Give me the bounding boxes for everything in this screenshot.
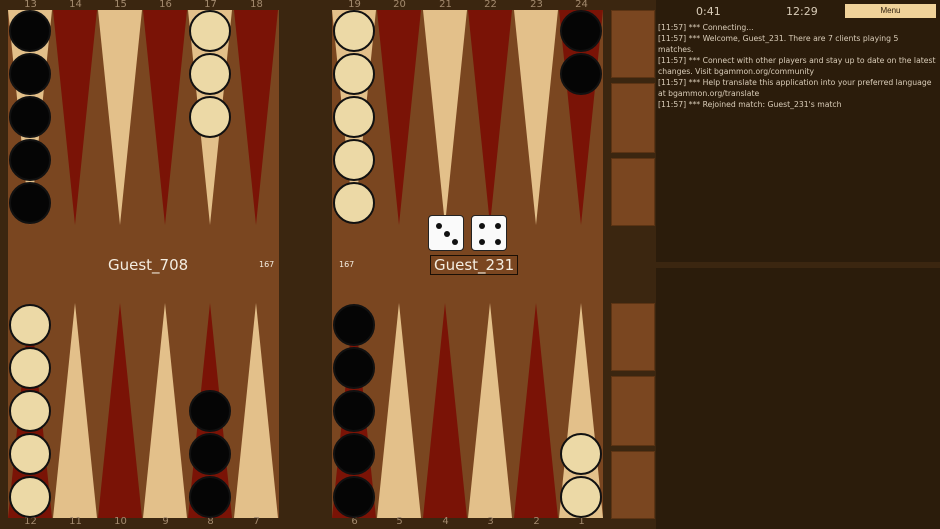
point-number-label: 11 bbox=[69, 516, 82, 527]
black-checker[interactable] bbox=[9, 53, 51, 95]
chat-line: [11:57] *** Connecting... bbox=[658, 23, 754, 32]
chat-input[interactable] bbox=[657, 513, 939, 527]
white-checker[interactable] bbox=[9, 347, 51, 389]
menu-button[interactable]: Menu bbox=[845, 4, 936, 18]
chat-line: [11:57] *** Help translate this applicat… bbox=[658, 78, 932, 98]
point-3[interactable] bbox=[468, 303, 512, 518]
point-number-label: 22 bbox=[484, 0, 497, 10]
point-number-label: 2 bbox=[533, 516, 540, 527]
point-number-label: 18 bbox=[250, 0, 263, 10]
point-number-label: 16 bbox=[159, 0, 172, 10]
opponent-name: Guest_708 bbox=[108, 256, 189, 274]
bearoff-slot[interactable] bbox=[611, 376, 655, 446]
point-18[interactable] bbox=[234, 10, 278, 225]
point-number-label: 7 bbox=[253, 516, 260, 527]
black-checker[interactable] bbox=[333, 476, 375, 518]
point-15[interactable] bbox=[98, 10, 142, 225]
black-checker[interactable] bbox=[333, 347, 375, 389]
white-checker[interactable] bbox=[333, 139, 375, 181]
point-number-label: 13 bbox=[24, 0, 37, 10]
black-checker[interactable] bbox=[189, 390, 231, 432]
match-timer: 0:41 bbox=[696, 5, 721, 18]
black-checker[interactable] bbox=[333, 304, 375, 346]
point-number-label: 14 bbox=[69, 0, 82, 10]
point-22[interactable] bbox=[468, 10, 512, 225]
die-pip bbox=[479, 239, 485, 245]
white-checker[interactable] bbox=[9, 304, 51, 346]
point-16[interactable] bbox=[143, 10, 187, 225]
die-1[interactable] bbox=[428, 215, 464, 251]
point-number-label: 10 bbox=[114, 516, 127, 527]
white-checker[interactable] bbox=[189, 53, 231, 95]
chat-log: [11:57] *** Connecting... [11:57] *** We… bbox=[658, 22, 936, 110]
bearoff-slot[interactable] bbox=[611, 158, 655, 226]
white-checker[interactable] bbox=[9, 390, 51, 432]
point-number-label: 24 bbox=[575, 0, 588, 10]
black-checker[interactable] bbox=[333, 433, 375, 475]
black-checker[interactable] bbox=[189, 433, 231, 475]
black-checker[interactable] bbox=[9, 139, 51, 181]
black-checker[interactable] bbox=[560, 10, 602, 52]
panel-divider[interactable] bbox=[656, 262, 940, 268]
white-checker[interactable] bbox=[333, 53, 375, 95]
white-checker[interactable] bbox=[9, 433, 51, 475]
black-checker[interactable] bbox=[9, 10, 51, 52]
bearoff-slot[interactable] bbox=[611, 303, 655, 371]
point-14[interactable] bbox=[53, 10, 97, 225]
board-points bbox=[8, 10, 603, 518]
point-21[interactable] bbox=[423, 10, 467, 225]
point-number-label: 4 bbox=[442, 516, 449, 527]
black-checker[interactable] bbox=[9, 96, 51, 138]
die-pip bbox=[495, 223, 501, 229]
black-checker[interactable] bbox=[189, 476, 231, 518]
white-checker[interactable] bbox=[9, 476, 51, 518]
die-pip bbox=[444, 231, 450, 237]
point-number-label: 15 bbox=[114, 0, 127, 10]
point-number-label: 3 bbox=[487, 516, 494, 527]
point-7[interactable] bbox=[234, 303, 278, 518]
point-4[interactable] bbox=[423, 303, 467, 518]
player-name: Guest_231 bbox=[430, 255, 519, 275]
die-pip bbox=[452, 239, 458, 245]
bearoff-slot[interactable] bbox=[611, 83, 655, 153]
point-number-label: 5 bbox=[396, 516, 403, 527]
point-10[interactable] bbox=[98, 303, 142, 518]
die-2[interactable] bbox=[471, 215, 507, 251]
bearoff-slot[interactable] bbox=[611, 10, 655, 78]
white-checker[interactable] bbox=[560, 476, 602, 518]
game-clock: 12:29 bbox=[786, 5, 818, 18]
white-checker[interactable] bbox=[333, 182, 375, 224]
die-pip bbox=[479, 223, 485, 229]
point-11[interactable] bbox=[53, 303, 97, 518]
player-pip-count: 167 bbox=[339, 260, 355, 269]
die-pip bbox=[495, 239, 501, 245]
point-20[interactable] bbox=[377, 10, 421, 225]
bearoff-slot[interactable] bbox=[611, 451, 655, 519]
point-number-label: 21 bbox=[439, 0, 452, 10]
point-number-label: 20 bbox=[393, 0, 406, 10]
die-pip bbox=[436, 223, 442, 229]
chat-line: [11:57] *** Connect with other players a… bbox=[658, 56, 936, 76]
white-checker[interactable] bbox=[189, 96, 231, 138]
point-23[interactable] bbox=[514, 10, 558, 225]
white-checker[interactable] bbox=[189, 10, 231, 52]
white-checker[interactable] bbox=[333, 10, 375, 52]
black-checker[interactable] bbox=[333, 390, 375, 432]
chat-line: [11:57] *** Rejoined match: Guest_231's … bbox=[658, 100, 842, 109]
point-number-label: 23 bbox=[530, 0, 543, 10]
point-number-label: 9 bbox=[162, 516, 169, 527]
point-number-label: 19 bbox=[348, 0, 361, 10]
black-checker[interactable] bbox=[9, 182, 51, 224]
point-5[interactable] bbox=[377, 303, 421, 518]
white-checker[interactable] bbox=[560, 433, 602, 475]
black-checker[interactable] bbox=[560, 53, 602, 95]
white-checker[interactable] bbox=[333, 96, 375, 138]
point-number-label: 17 bbox=[204, 0, 217, 10]
point-2[interactable] bbox=[514, 303, 558, 518]
point-9[interactable] bbox=[143, 303, 187, 518]
chat-line: [11:57] *** Welcome, Guest_231. There ar… bbox=[658, 34, 899, 54]
opponent-pip-count: 167 bbox=[259, 260, 275, 269]
